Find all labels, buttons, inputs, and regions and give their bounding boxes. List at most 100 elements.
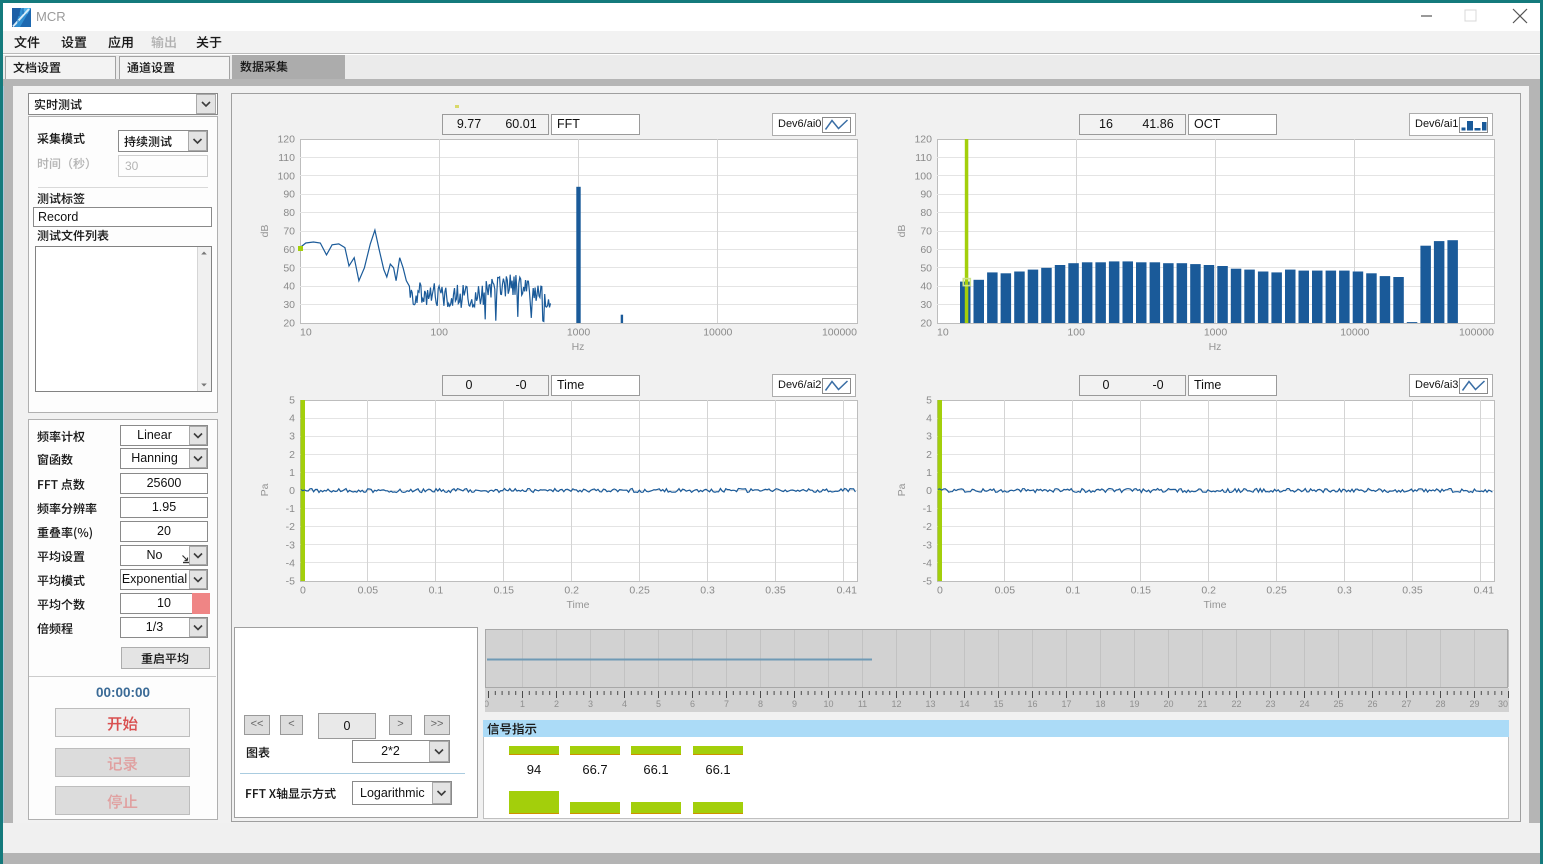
svg-text:110: 110 (915, 152, 932, 164)
svg-text:0.3: 0.3 (1337, 585, 1352, 597)
svg-text:-4: -4 (286, 557, 295, 569)
svg-text:90: 90 (283, 189, 295, 201)
svg-text:120: 120 (914, 134, 932, 146)
svg-text:Pa: Pa (259, 483, 271, 496)
svg-text:70: 70 (283, 226, 295, 238)
svg-text:12: 12 (891, 699, 901, 709)
svg-text:5: 5 (656, 699, 661, 709)
svg-text:24: 24 (1299, 699, 1309, 709)
svg-text:110: 110 (278, 152, 295, 164)
svg-text:10000: 10000 (1340, 327, 1369, 339)
svg-text:120: 120 (277, 134, 295, 146)
svg-text:50: 50 (283, 262, 295, 274)
svg-text:0: 0 (926, 485, 932, 497)
svg-text:0.35: 0.35 (765, 585, 786, 597)
svg-text:29: 29 (1469, 699, 1479, 709)
svg-text:Time: Time (567, 599, 590, 611)
svg-text:100: 100 (277, 170, 295, 182)
svg-text:9: 9 (792, 699, 797, 709)
svg-text:5: 5 (926, 395, 932, 407)
svg-text:0.35: 0.35 (1402, 585, 1423, 597)
svg-text:Hz: Hz (572, 341, 585, 353)
svg-text:23: 23 (1265, 699, 1275, 709)
svg-text:20: 20 (920, 318, 932, 330)
svg-text:2: 2 (554, 699, 559, 709)
svg-text:0: 0 (937, 585, 943, 597)
svg-text:dB: dB (259, 225, 271, 238)
svg-text:0.2: 0.2 (564, 585, 579, 597)
svg-text:8: 8 (758, 699, 763, 709)
svg-text:70: 70 (920, 226, 932, 238)
svg-text:Pa: Pa (896, 483, 908, 496)
svg-text:21: 21 (1197, 699, 1207, 709)
svg-text:0.05: 0.05 (995, 585, 1016, 597)
svg-text:0.25: 0.25 (629, 585, 650, 597)
svg-text:0.1: 0.1 (429, 585, 444, 597)
svg-text:30: 30 (283, 299, 295, 311)
svg-text:25: 25 (1333, 699, 1343, 709)
svg-text:100000: 100000 (1459, 327, 1494, 339)
svg-text:19: 19 (1129, 699, 1139, 709)
svg-text:26: 26 (1367, 699, 1377, 709)
svg-text:-5: -5 (923, 576, 932, 588)
svg-text:0: 0 (289, 485, 295, 497)
svg-text:13: 13 (925, 699, 935, 709)
svg-text:27: 27 (1401, 699, 1411, 709)
svg-text:60: 60 (283, 244, 295, 256)
svg-text:Hz: Hz (1209, 341, 1222, 353)
svg-text:2: 2 (926, 449, 932, 461)
svg-text:80: 80 (283, 207, 295, 219)
svg-text:17: 17 (1061, 699, 1071, 709)
svg-text:40: 40 (283, 281, 295, 293)
svg-text:80: 80 (920, 207, 932, 219)
svg-text:0: 0 (485, 699, 489, 709)
svg-text:-5: -5 (286, 576, 295, 588)
svg-text:16: 16 (1027, 699, 1037, 709)
svg-text:15: 15 (993, 699, 1003, 709)
svg-text:5: 5 (289, 395, 295, 407)
svg-text:0.25: 0.25 (1266, 585, 1287, 597)
svg-text:1000: 1000 (567, 327, 591, 339)
svg-text:-2: -2 (923, 521, 932, 533)
svg-text:100: 100 (1067, 327, 1085, 339)
svg-text:-2: -2 (286, 521, 295, 533)
svg-text:4: 4 (926, 413, 932, 425)
svg-text:18: 18 (1095, 699, 1105, 709)
svg-text:30: 30 (920, 299, 932, 311)
svg-text:1: 1 (289, 467, 295, 479)
svg-text:7: 7 (724, 699, 729, 709)
svg-text:0.05: 0.05 (358, 585, 379, 597)
svg-text:3: 3 (926, 431, 932, 443)
svg-text:3: 3 (289, 431, 295, 443)
svg-text:14: 14 (959, 699, 969, 709)
svg-text:4: 4 (622, 699, 627, 709)
svg-text:1000: 1000 (1204, 327, 1228, 339)
svg-text:0.15: 0.15 (1131, 585, 1152, 597)
svg-text:-3: -3 (286, 539, 295, 551)
svg-text:90: 90 (920, 189, 932, 201)
svg-text:-1: -1 (923, 503, 932, 515)
svg-text:22: 22 (1231, 699, 1241, 709)
svg-text:0.15: 0.15 (494, 585, 515, 597)
svg-text:0.41: 0.41 (1474, 585, 1495, 597)
svg-text:40: 40 (920, 281, 932, 293)
svg-text:0.41: 0.41 (837, 585, 858, 597)
svg-text:30: 30 (1498, 699, 1508, 709)
svg-text:28: 28 (1435, 699, 1445, 709)
svg-text:0.1: 0.1 (1066, 585, 1081, 597)
svg-text:0: 0 (300, 585, 306, 597)
svg-text:50: 50 (920, 262, 932, 274)
svg-text:10: 10 (937, 327, 949, 339)
svg-text:Time: Time (1204, 599, 1227, 611)
svg-text:dB: dB (896, 225, 908, 238)
svg-text:20: 20 (283, 318, 295, 330)
svg-text:0.2: 0.2 (1201, 585, 1216, 597)
svg-text:2: 2 (289, 449, 295, 461)
svg-text:1: 1 (520, 699, 525, 709)
svg-text:1: 1 (926, 467, 932, 479)
svg-text:20: 20 (1163, 699, 1173, 709)
svg-text:100: 100 (914, 170, 932, 182)
svg-text:3: 3 (588, 699, 593, 709)
svg-text:11: 11 (858, 699, 867, 709)
svg-text:10: 10 (823, 699, 833, 709)
